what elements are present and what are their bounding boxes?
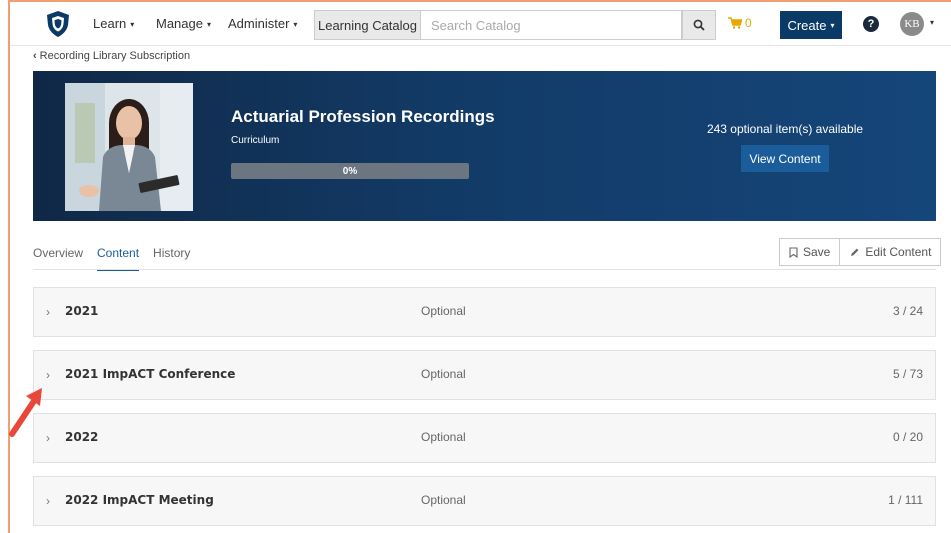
search-button[interactable]	[682, 10, 716, 40]
save-label: Save	[803, 245, 831, 259]
nav-menu-learn[interactable]: Learn ▾	[93, 16, 134, 31]
view-content-button[interactable]: View Content	[741, 145, 829, 172]
chevron-right-icon[interactable]: ›	[46, 368, 50, 382]
breadcrumb[interactable]: ‹ Recording Library Subscription	[33, 50, 190, 62]
curriculum-photo	[65, 83, 193, 211]
shield-logo-icon[interactable]	[46, 10, 70, 38]
curriculum-section-row[interactable]: › 2022 Optional 0 / 20	[33, 413, 936, 463]
edit-content-label: Edit Content	[865, 245, 932, 259]
caret-down-icon: ▾	[293, 20, 298, 30]
progress-label: 0%	[342, 165, 358, 177]
tab-overview[interactable]: Overview	[33, 246, 83, 271]
curriculum-section-row[interactable]: › 2022 ImpACT Meeting Optional 1 / 111	[33, 476, 936, 526]
save-button[interactable]: Save	[780, 239, 840, 265]
section-type: Optional	[421, 367, 466, 381]
action-buttons: Save Edit Content	[779, 238, 942, 266]
section-count: 3 / 24	[892, 304, 923, 318]
section-count: 0 / 20	[892, 430, 923, 444]
content-tabs: Overview Content History	[33, 246, 190, 271]
search-icon	[693, 19, 705, 31]
breadcrumb-label: Recording Library Subscription	[39, 50, 191, 62]
section-name: 2021	[65, 304, 99, 318]
nav-menu-label: Manage	[156, 16, 203, 31]
presenter-photo-image	[65, 83, 193, 211]
curriculum-section-row[interactable]: › 2021 Optional 3 / 24	[33, 287, 936, 337]
chevron-left-icon: ‹	[33, 50, 37, 62]
section-count: 1 / 111	[888, 493, 923, 507]
top-navigation: Learn ▾ Manage ▾ Administer ▾ Learning Cata…	[10, 2, 951, 46]
section-type: Optional	[421, 430, 466, 444]
section-name: 2021 ImpACT Conference	[65, 367, 236, 381]
tab-history[interactable]: History	[153, 246, 190, 271]
help-icon[interactable]: ?	[863, 16, 879, 32]
annotation-arrow-icon	[9, 388, 42, 437]
cart-count: 0	[745, 16, 752, 30]
chevron-right-icon[interactable]: ›	[46, 431, 50, 445]
nav-menu-administer[interactable]: Administer ▾	[228, 16, 297, 31]
section-name: 2022	[65, 430, 99, 444]
cart-icon	[728, 17, 742, 29]
tab-content[interactable]: Content	[97, 246, 140, 271]
curriculum-banner: Actuarial Profession Recordings Curricul…	[33, 71, 936, 221]
search-catalog-input[interactable]	[420, 10, 682, 40]
section-type: Optional	[421, 304, 466, 318]
caret-down-icon[interactable]: ▾	[930, 18, 934, 27]
avatar[interactable]: KB	[900, 12, 924, 36]
section-type: Optional	[421, 493, 466, 507]
section-count: 5 / 73	[892, 367, 923, 381]
curriculum-type: Curriculum	[231, 135, 280, 146]
nav-menu-manage[interactable]: Manage ▾	[156, 16, 211, 31]
chevron-right-icon[interactable]: ›	[46, 305, 50, 319]
chevron-right-icon[interactable]: ›	[46, 494, 50, 508]
tabs-divider	[33, 269, 936, 270]
available-items-text: 243 optional item(s) available	[706, 122, 864, 136]
nav-menu-label: Administer	[228, 16, 290, 31]
edit-content-button[interactable]: Edit Content	[839, 239, 941, 265]
curriculum-section-row[interactable]: › 2021 ImpACT Conference Optional 5 / 73	[33, 350, 936, 400]
caret-down-icon: ▾	[206, 20, 211, 30]
bookmark-icon	[789, 246, 798, 258]
pencil-icon	[851, 248, 859, 256]
caret-down-icon: ▾	[130, 20, 135, 30]
create-label: Create	[787, 17, 827, 33]
caret-down-icon: ▾	[830, 20, 835, 30]
learning-catalog-button[interactable]: Learning Catalog	[314, 10, 420, 40]
create-button[interactable]: Create ▾	[780, 11, 842, 39]
section-name: 2022 ImpACT Meeting	[65, 493, 214, 507]
progress-bar: 0%	[231, 163, 469, 179]
curriculum-title: Actuarial Profession Recordings	[231, 107, 495, 126]
cart-button[interactable]: 0	[728, 16, 752, 30]
nav-menu-label: Learn	[93, 16, 127, 31]
